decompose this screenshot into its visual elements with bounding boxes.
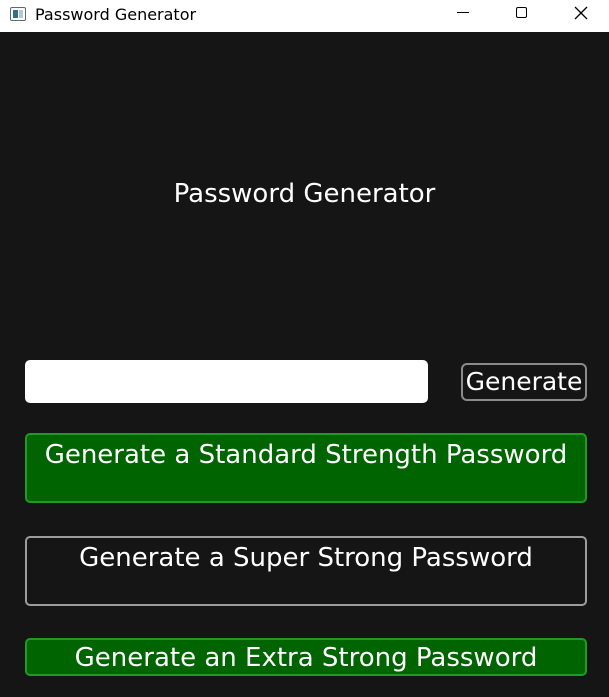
window-title: Password Generator [35, 5, 197, 24]
title-bar[interactable]: Password Generator [0, 0, 609, 32]
generate-extra-strong-password-button[interactable]: Generate an Extra Strong Password [25, 638, 587, 676]
generate-standard-password-button[interactable]: Generate a Standard Strength Password [25, 433, 587, 503]
minimize-icon[interactable] [440, 0, 486, 28]
password-output-field[interactable] [25, 360, 428, 403]
page-title: Password Generator [173, 179, 436, 209]
generate-super-strong-password-button[interactable]: Generate a Super Strong Password [25, 536, 587, 606]
generate-button[interactable]: Generate [461, 363, 587, 401]
close-icon[interactable] [558, 0, 604, 28]
app-icon [10, 7, 26, 21]
app-window: Password Generator Password Generator Ge… [0, 0, 609, 697]
maximize-icon[interactable] [499, 0, 545, 28]
